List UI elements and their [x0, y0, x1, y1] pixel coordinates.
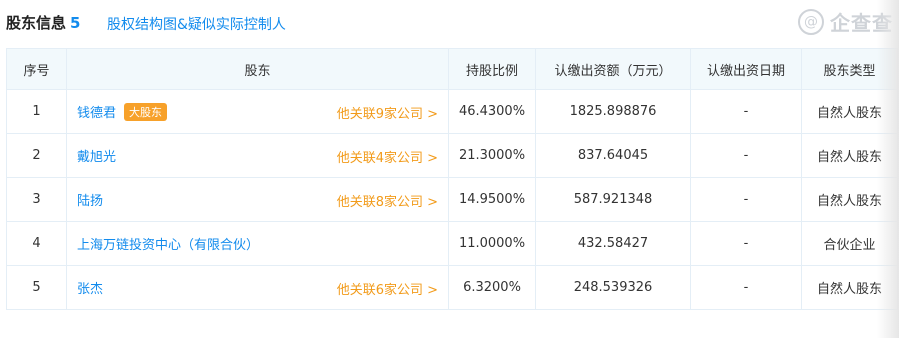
row-index: 2: [6, 133, 67, 178]
col-date-header: 认缴出资日期: [690, 48, 802, 90]
major-shareholder-badge: 大股东: [124, 103, 168, 121]
holder-cell: 戴旭光 他关联4家公司 >: [66, 133, 449, 178]
holder-cell: 上海万链投资中心（有限合伙）: [66, 221, 449, 266]
share-ratio: 21.3000%: [448, 133, 536, 178]
table-row: 2 戴旭光 他关联4家公司 > 21.3000% 837.64045 - 自然人…: [6, 133, 898, 178]
subscribed-amount: 248.539326: [535, 265, 691, 310]
table-row: 5 张杰 他关联6家公司 > 6.3200% 248.539326 - 自然人股…: [6, 265, 898, 310]
subscribed-amount: 432.58427: [535, 221, 691, 266]
subscribed-date: -: [690, 221, 802, 266]
table-row: 1 钱德君 大股东 他关联9家公司 > 46.4300% 1825.898876 …: [6, 89, 898, 134]
col-ratio-header: 持股比例: [448, 48, 536, 90]
section-title-text: 股东信息: [6, 14, 67, 32]
related-companies-link[interactable]: 他关联8家公司 >: [337, 191, 438, 210]
subscribed-date: -: [690, 177, 802, 222]
holder-cell: 张杰 他关联6家公司 >: [66, 265, 449, 310]
subscribed-amount: 837.64045: [535, 133, 691, 178]
subscribed-date: -: [690, 133, 802, 178]
holder-cell: 钱德君 大股东 他关联9家公司 >: [66, 89, 449, 134]
logo-icon: @: [798, 8, 824, 35]
holder-name-link[interactable]: 张杰: [77, 282, 103, 297]
subscribed-date: -: [690, 265, 802, 310]
table-row: 4 上海万链投资中心（有限合伙） 11.0000% 432.58427 - 合伙…: [6, 221, 898, 266]
shareholder-table: 序号 股东 持股比例 认缴出资额（万元） 认缴出资日期 股东类型 1 钱德君 大股…: [6, 48, 898, 310]
holder-name-link[interactable]: 戴旭光: [77, 150, 116, 165]
col-index-header: 序号: [6, 48, 67, 90]
equity-structure-link[interactable]: 股权结构图&疑似实际控制人: [107, 14, 286, 34]
row-index: 3: [6, 177, 67, 222]
subscribed-amount: 587.921348: [535, 177, 691, 222]
holder-name-link[interactable]: 上海万链投资中心（有限合伙）: [77, 238, 259, 253]
subscribed-date: -: [690, 89, 802, 134]
row-index: 4: [6, 221, 67, 266]
section-title: 股东信息 5: [6, 12, 80, 33]
share-ratio: 11.0000%: [448, 221, 536, 266]
share-ratio: 14.9500%: [448, 177, 536, 222]
col-holder-header: 股东: [66, 48, 449, 90]
holder-name-link[interactable]: 钱德君: [77, 106, 116, 121]
holder-cell: 陆扬 他关联8家公司 >: [66, 177, 449, 222]
related-companies-link[interactable]: 他关联6家公司 >: [337, 279, 438, 298]
table-row: 3 陆扬 他关联8家公司 > 14.9500% 587.921348 - 自然人…: [6, 177, 898, 222]
col-amount-header: 认缴出资额（万元）: [535, 48, 691, 90]
table-header-row: 序号 股东 持股比例 认缴出资额（万元） 认缴出资日期 股东类型: [6, 48, 898, 90]
subscribed-amount: 1825.898876: [535, 89, 691, 134]
share-ratio: 6.3200%: [448, 265, 536, 310]
share-ratio: 46.4300%: [448, 89, 536, 134]
row-index: 1: [6, 89, 67, 134]
row-index: 5: [6, 265, 67, 310]
related-companies-link[interactable]: 他关联4家公司 >: [337, 147, 438, 166]
shareholder-count: 5: [70, 14, 81, 32]
page-edge-shadow: [877, 0, 899, 338]
related-companies-link[interactable]: 他关联9家公司 >: [337, 103, 438, 122]
section-header: 股东信息 5 股权结构图&疑似实际控制人 @ 企查查: [0, 0, 899, 46]
holder-name-link[interactable]: 陆扬: [77, 194, 103, 209]
